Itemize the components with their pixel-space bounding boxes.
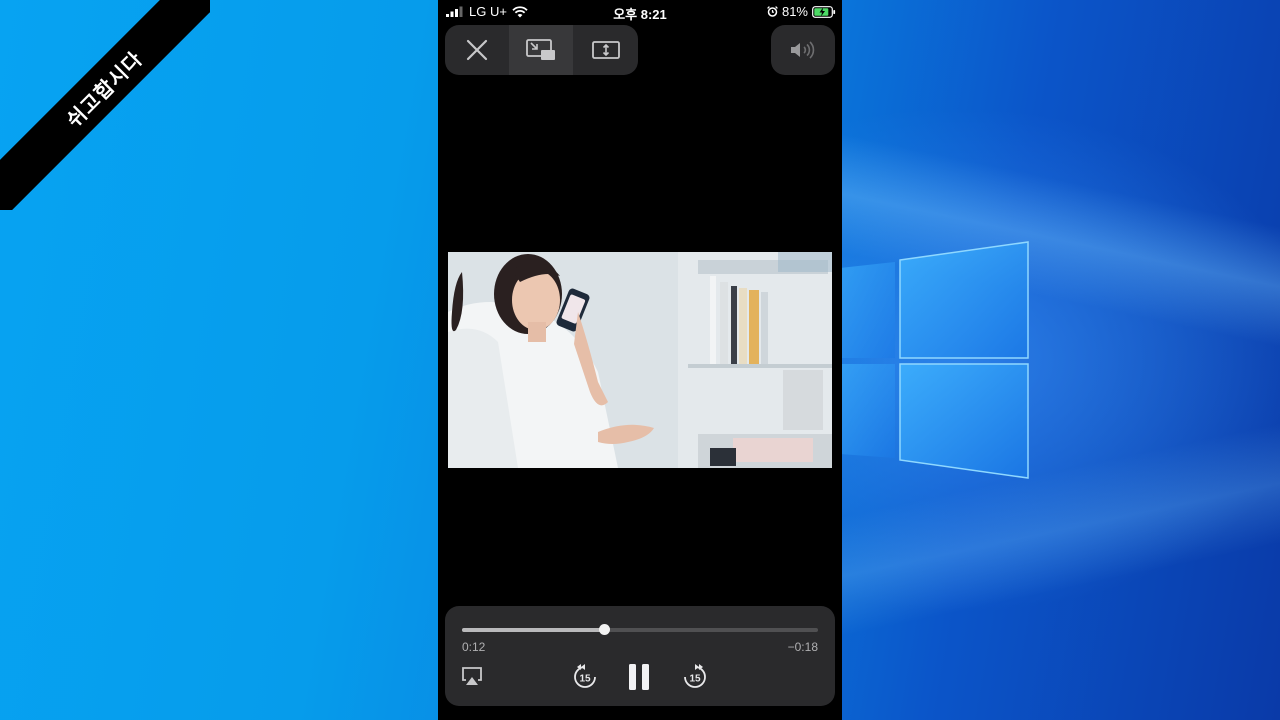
progress-scrubber[interactable] xyxy=(599,624,611,635)
video-frame[interactable] xyxy=(448,252,832,468)
skip-back-15-icon: 15 xyxy=(574,664,596,688)
windows-logo xyxy=(840,241,1029,479)
close-button[interactable] xyxy=(445,25,509,75)
aspect-fit-icon xyxy=(591,41,620,59)
remaining-time: −0:18 xyxy=(787,640,818,654)
volume-button[interactable] xyxy=(771,25,835,75)
alarm-icon xyxy=(767,6,778,17)
picture-in-picture-button[interactable] xyxy=(509,25,573,75)
elapsed-time: 0:12 xyxy=(462,640,486,654)
progress-fill xyxy=(462,628,605,632)
pause-button[interactable] xyxy=(622,658,656,696)
phone-screen: LG U+ 오후 8:21 81% 0:12 −0:18 15 15 xyxy=(438,0,842,720)
pause-icon xyxy=(629,664,649,690)
ribbon-text: 쉬고합시다 xyxy=(0,0,210,210)
corner-ribbon: 쉬고합시다 xyxy=(0,0,210,210)
battery-charging-icon xyxy=(812,5,836,18)
playback-controls-panel: 0:12 −0:18 15 15 xyxy=(445,606,835,706)
skip-forward-15-icon: 15 xyxy=(684,664,706,688)
skip-back-label: 15 xyxy=(579,674,591,685)
status-bar: LG U+ 오후 8:21 81% xyxy=(438,0,842,22)
aspect-fit-button[interactable] xyxy=(573,25,638,75)
picture-in-picture-icon xyxy=(526,39,555,60)
skip-back-15-button[interactable]: 15 xyxy=(569,661,601,693)
skip-forward-15-button[interactable]: 15 xyxy=(679,661,711,693)
speaker-volume-icon xyxy=(791,41,815,59)
skip-forward-label: 15 xyxy=(689,674,701,685)
video-still xyxy=(448,252,832,468)
top-controls-group xyxy=(445,25,638,75)
airplay-icon xyxy=(462,667,482,685)
progress-track[interactable] xyxy=(462,624,818,635)
airplay-button[interactable] xyxy=(459,664,485,688)
battery-percent: 81% xyxy=(781,4,808,19)
close-icon xyxy=(466,39,488,61)
